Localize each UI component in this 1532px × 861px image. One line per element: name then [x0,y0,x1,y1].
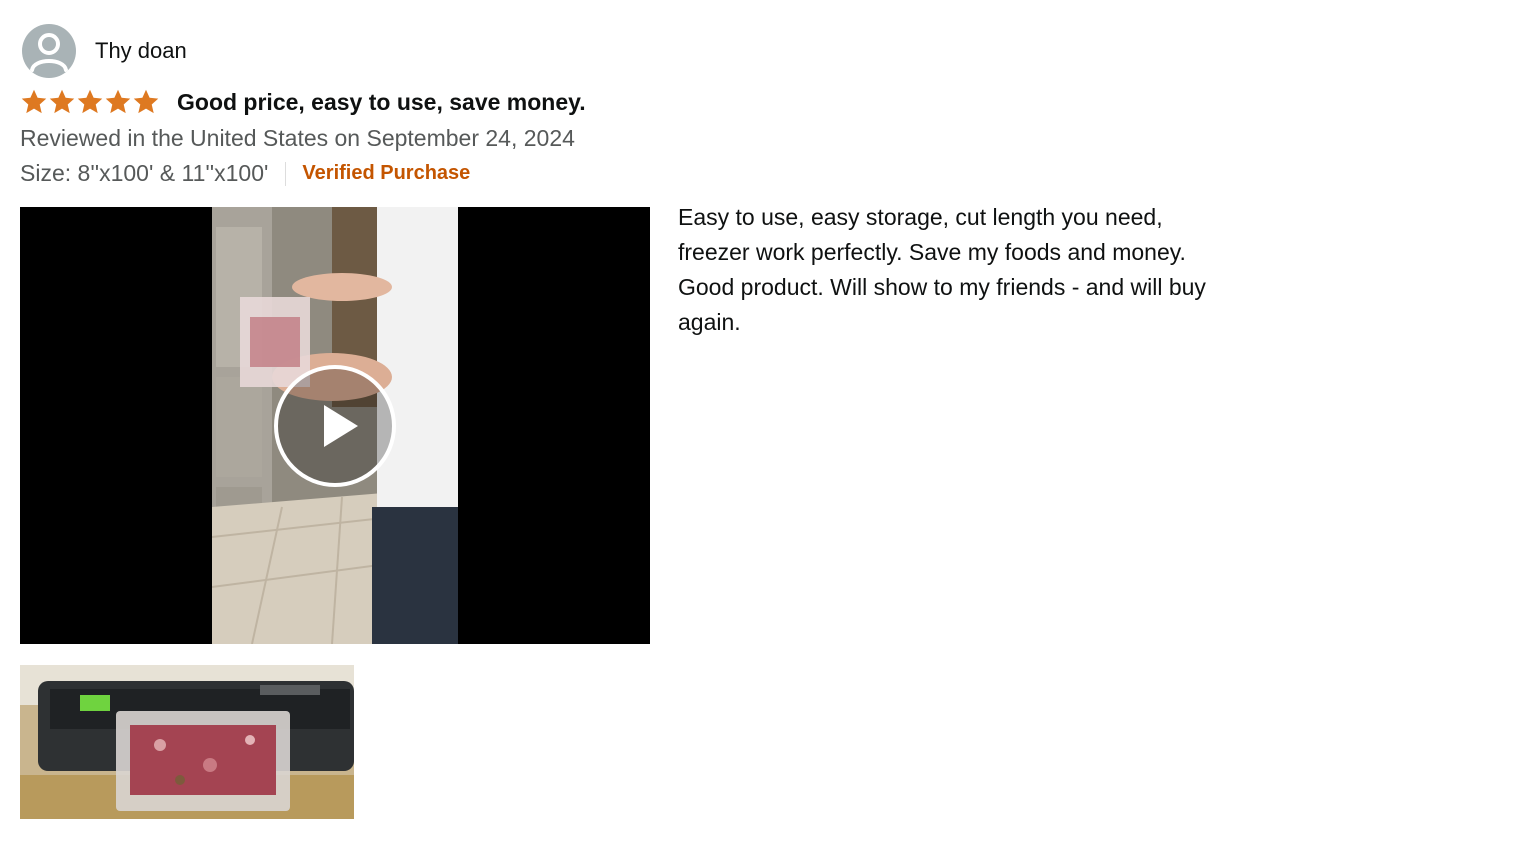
review-title-row: Good price, easy to use, save money. [20,88,586,116]
star-icon [105,89,131,114]
star-icon [77,89,103,114]
meta-divider [285,161,287,186]
star-icon [21,89,47,114]
customer-review: Thy doan Good price, easy to use, save m… [0,0,1532,861]
play-button[interactable] [274,365,396,487]
review-date: Reviewed in the United States on Septemb… [20,125,575,151]
star-rating[interactable] [20,88,160,116]
star-icon [49,89,75,114]
review-image-thumbnail[interactable] [20,665,354,819]
review-video-player[interactable] [20,207,650,644]
review-body: Easy to use, easy storage, cut length yo… [678,204,1206,335]
reviewer-profile[interactable]: Thy doan [22,24,187,78]
size-variant-link[interactable]: Size: 8''x100' & 11''x100' [20,160,268,187]
user-silhouette-icon [30,33,68,72]
verified-purchase-badge: Verified Purchase [302,162,471,184]
thumbnail-image [20,665,354,819]
review-meta: Size: 8''x100' & 11''x100' Verified Purc… [20,160,470,187]
reviewer-name[interactable]: Thy doan [95,38,187,64]
play-icon [324,405,358,447]
avatar[interactable] [22,24,76,78]
review-title[interactable]: Good price, easy to use, save money. [177,89,586,116]
star-icon [133,89,159,114]
